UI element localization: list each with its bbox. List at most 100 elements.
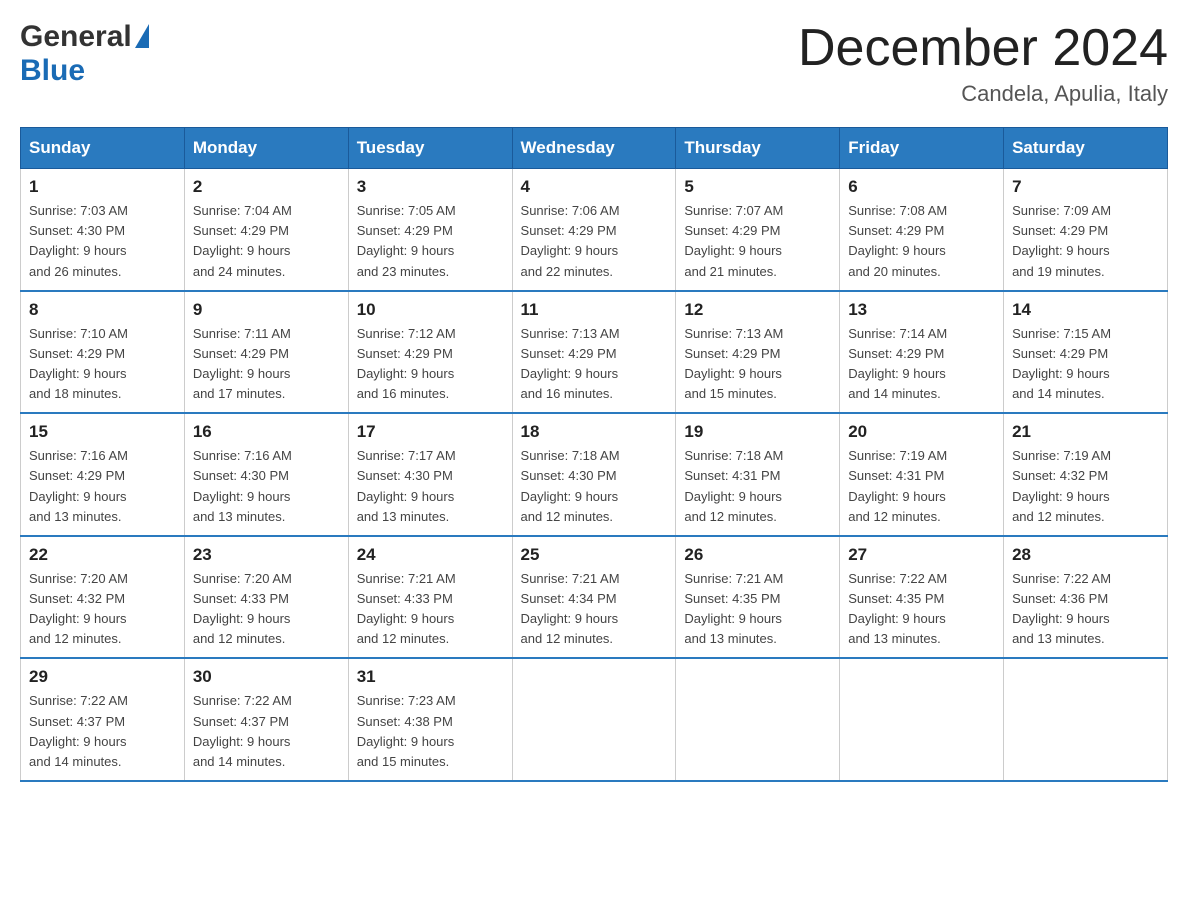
- calendar-cell: 1Sunrise: 7:03 AMSunset: 4:30 PMDaylight…: [21, 169, 185, 291]
- day-info: Sunrise: 7:06 AMSunset: 4:29 PMDaylight:…: [521, 201, 668, 282]
- day-number: 20: [848, 422, 995, 442]
- day-info: Sunrise: 7:12 AMSunset: 4:29 PMDaylight:…: [357, 324, 504, 405]
- calendar-cell: 13Sunrise: 7:14 AMSunset: 4:29 PMDayligh…: [840, 291, 1004, 414]
- calendar-cell: 25 Sunrise: 7:21 AMSunset: 4:34 PMDayligh…: [512, 536, 676, 659]
- calendar-cell: 17Sunrise: 7:17 AMSunset: 4:30 PMDayligh…: [348, 413, 512, 536]
- calendar-week-4: 22 Sunrise: 7:20 AMSunset: 4:32 PMDayligh…: [21, 536, 1168, 659]
- day-info: Sunrise: 7:19 AMSunset: 4:32 PMDaylight:…: [1012, 446, 1159, 527]
- day-number: 23: [193, 545, 340, 565]
- day-info: Sunrise: 7:18 AMSunset: 4:30 PMDaylight:…: [521, 446, 668, 527]
- day-info: Sunrise: 7:23 AMSunset: 4:38 PMDaylight:…: [357, 691, 504, 772]
- page-header: General Blue December 2024 Candela, Apul…: [20, 20, 1168, 107]
- day-number: 1: [29, 177, 176, 197]
- day-number: 3: [357, 177, 504, 197]
- day-number: 22: [29, 545, 176, 565]
- calendar-cell: 23Sunrise: 7:20 AMSunset: 4:33 PMDayligh…: [184, 536, 348, 659]
- day-number: 18: [521, 422, 668, 442]
- day-info: Sunrise: 7:21 AMSunset: 4:33 PMDaylight:…: [357, 569, 504, 650]
- logo-triangle-icon: [135, 24, 149, 48]
- day-info: Sunrise: 7:21 AMSunset: 4:35 PMDaylight:…: [684, 569, 831, 650]
- location-title: Candela, Apulia, Italy: [798, 81, 1168, 107]
- day-number: 21: [1012, 422, 1159, 442]
- day-number: 9: [193, 300, 340, 320]
- calendar-cell: 27Sunrise: 7:22 AMSunset: 4:35 PMDayligh…: [840, 536, 1004, 659]
- calendar-cell: 7 Sunrise: 7:09 AMSunset: 4:29 PMDaylight…: [1004, 169, 1168, 291]
- day-number: 30: [193, 667, 340, 687]
- calendar-cell: 20 Sunrise: 7:19 AMSunset: 4:31 PMDayligh…: [840, 413, 1004, 536]
- calendar-cell: [840, 658, 1004, 781]
- calendar-cell: 5 Sunrise: 7:07 AMSunset: 4:29 PMDaylight…: [676, 169, 840, 291]
- day-info: Sunrise: 7:19 AMSunset: 4:31 PMDaylight:…: [848, 446, 995, 527]
- calendar-cell: 14 Sunrise: 7:15 AMSunset: 4:29 PMDayligh…: [1004, 291, 1168, 414]
- day-number: 5: [684, 177, 831, 197]
- day-info: Sunrise: 7:20 AMSunset: 4:32 PMDaylight:…: [29, 569, 176, 650]
- day-number: 27: [848, 545, 995, 565]
- day-number: 16: [193, 422, 340, 442]
- day-info: Sunrise: 7:08 AMSunset: 4:29 PMDaylight:…: [848, 201, 995, 282]
- day-info: Sunrise: 7:05 AMSunset: 4:29 PMDaylight:…: [357, 201, 504, 282]
- day-info: Sunrise: 7:13 AMSunset: 4:29 PMDaylight:…: [684, 324, 831, 405]
- day-number: 6: [848, 177, 995, 197]
- day-number: 4: [521, 177, 668, 197]
- col-wednesday: Wednesday: [512, 128, 676, 169]
- logo-general-text: General: [20, 20, 132, 54]
- day-number: 8: [29, 300, 176, 320]
- calendar-cell: 10Sunrise: 7:12 AMSunset: 4:29 PMDayligh…: [348, 291, 512, 414]
- col-thursday: Thursday: [676, 128, 840, 169]
- calendar-cell: 16 Sunrise: 7:16 AMSunset: 4:30 PMDayligh…: [184, 413, 348, 536]
- day-info: Sunrise: 7:16 AMSunset: 4:30 PMDaylight:…: [193, 446, 340, 527]
- calendar-cell: 26 Sunrise: 7:21 AMSunset: 4:35 PMDayligh…: [676, 536, 840, 659]
- calendar-table: Sunday Monday Tuesday Wednesday Thursday…: [20, 127, 1168, 782]
- col-tuesday: Tuesday: [348, 128, 512, 169]
- calendar-cell: 15Sunrise: 7:16 AMSunset: 4:29 PMDayligh…: [21, 413, 185, 536]
- calendar-cell: [1004, 658, 1168, 781]
- day-number: 24: [357, 545, 504, 565]
- day-number: 26: [684, 545, 831, 565]
- day-number: 13: [848, 300, 995, 320]
- calendar-header-row: Sunday Monday Tuesday Wednesday Thursday…: [21, 128, 1168, 169]
- day-number: 19: [684, 422, 831, 442]
- day-info: Sunrise: 7:18 AMSunset: 4:31 PMDaylight:…: [684, 446, 831, 527]
- calendar-cell: 28Sunrise: 7:22 AMSunset: 4:36 PMDayligh…: [1004, 536, 1168, 659]
- calendar-cell: 12 Sunrise: 7:13 AMSunset: 4:29 PMDayligh…: [676, 291, 840, 414]
- day-number: 14: [1012, 300, 1159, 320]
- col-monday: Monday: [184, 128, 348, 169]
- calendar-cell: 6 Sunrise: 7:08 AMSunset: 4:29 PMDaylight…: [840, 169, 1004, 291]
- calendar-week-5: 29 Sunrise: 7:22 AMSunset: 4:37 PMDayligh…: [21, 658, 1168, 781]
- calendar-cell: 24 Sunrise: 7:21 AMSunset: 4:33 PMDayligh…: [348, 536, 512, 659]
- col-saturday: Saturday: [1004, 128, 1168, 169]
- calendar-cell: 18 Sunrise: 7:18 AMSunset: 4:30 PMDayligh…: [512, 413, 676, 536]
- calendar-cell: 2Sunrise: 7:04 AMSunset: 4:29 PMDaylight…: [184, 169, 348, 291]
- calendar-cell: 11 Sunrise: 7:13 AMSunset: 4:29 PMDayligh…: [512, 291, 676, 414]
- day-info: Sunrise: 7:10 AMSunset: 4:29 PMDaylight:…: [29, 324, 176, 405]
- day-number: 15: [29, 422, 176, 442]
- calendar-week-3: 15Sunrise: 7:16 AMSunset: 4:29 PMDayligh…: [21, 413, 1168, 536]
- day-number: 11: [521, 300, 668, 320]
- day-info: Sunrise: 7:09 AMSunset: 4:29 PMDaylight:…: [1012, 201, 1159, 282]
- calendar-cell: [676, 658, 840, 781]
- day-number: 7: [1012, 177, 1159, 197]
- day-info: Sunrise: 7:21 AMSunset: 4:34 PMDaylight:…: [521, 569, 668, 650]
- calendar-cell: 31Sunrise: 7:23 AMSunset: 4:38 PMDayligh…: [348, 658, 512, 781]
- day-info: Sunrise: 7:04 AMSunset: 4:29 PMDaylight:…: [193, 201, 340, 282]
- title-block: December 2024 Candela, Apulia, Italy: [798, 20, 1168, 107]
- calendar-week-1: 1Sunrise: 7:03 AMSunset: 4:30 PMDaylight…: [21, 169, 1168, 291]
- day-info: Sunrise: 7:13 AMSunset: 4:29 PMDaylight:…: [521, 324, 668, 405]
- day-number: 29: [29, 667, 176, 687]
- day-info: Sunrise: 7:15 AMSunset: 4:29 PMDaylight:…: [1012, 324, 1159, 405]
- day-info: Sunrise: 7:07 AMSunset: 4:29 PMDaylight:…: [684, 201, 831, 282]
- day-number: 12: [684, 300, 831, 320]
- day-info: Sunrise: 7:17 AMSunset: 4:30 PMDaylight:…: [357, 446, 504, 527]
- col-sunday: Sunday: [21, 128, 185, 169]
- calendar-cell: [512, 658, 676, 781]
- calendar-cell: 19 Sunrise: 7:18 AMSunset: 4:31 PMDayligh…: [676, 413, 840, 536]
- calendar-cell: 21 Sunrise: 7:19 AMSunset: 4:32 PMDayligh…: [1004, 413, 1168, 536]
- calendar-cell: 4 Sunrise: 7:06 AMSunset: 4:29 PMDaylight…: [512, 169, 676, 291]
- day-info: Sunrise: 7:22 AMSunset: 4:37 PMDaylight:…: [29, 691, 176, 772]
- day-info: Sunrise: 7:22 AMSunset: 4:37 PMDaylight:…: [193, 691, 340, 772]
- calendar-cell: 8 Sunrise: 7:10 AMSunset: 4:29 PMDaylight…: [21, 291, 185, 414]
- day-info: Sunrise: 7:11 AMSunset: 4:29 PMDaylight:…: [193, 324, 340, 405]
- day-info: Sunrise: 7:22 AMSunset: 4:36 PMDaylight:…: [1012, 569, 1159, 650]
- calendar-cell: 9 Sunrise: 7:11 AMSunset: 4:29 PMDaylight…: [184, 291, 348, 414]
- day-number: 25: [521, 545, 668, 565]
